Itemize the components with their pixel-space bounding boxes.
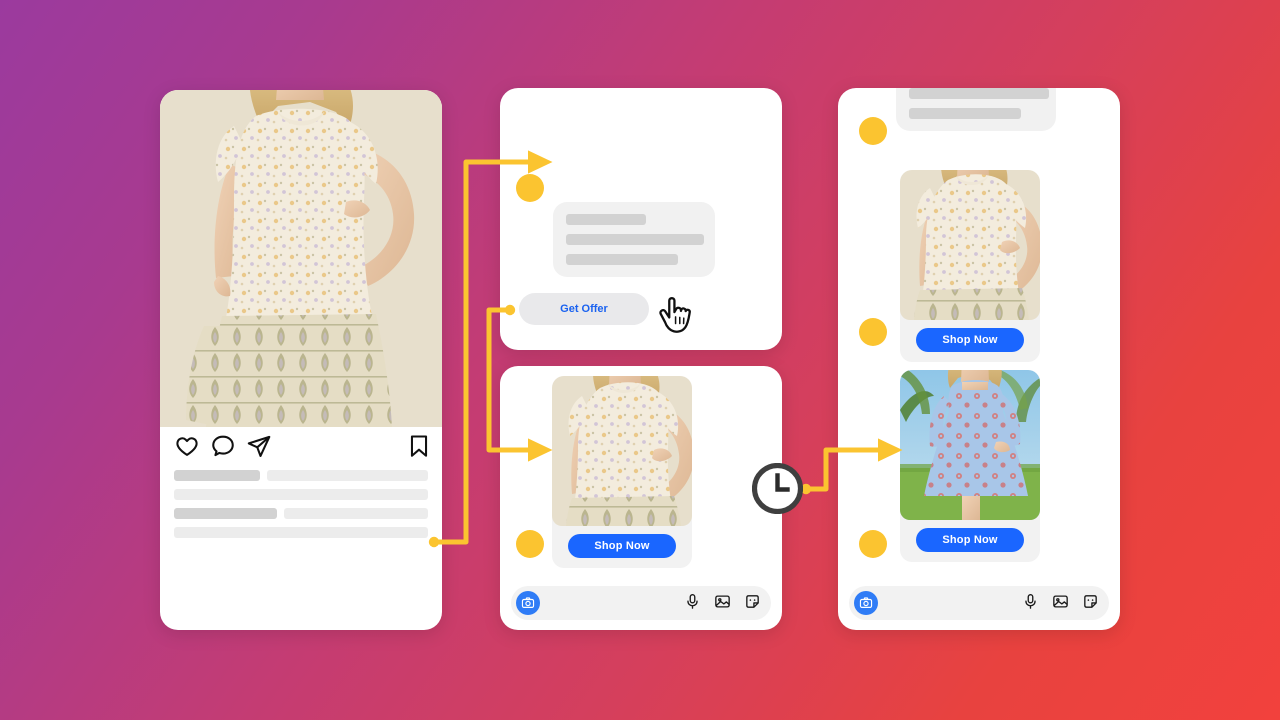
message-composer[interactable] [849, 586, 1109, 620]
shop-now-button[interactable]: Shop Now [916, 528, 1024, 552]
product-card[interactable]: Shop Now [552, 376, 692, 568]
product-image [900, 370, 1040, 520]
share-icon[interactable] [246, 433, 272, 459]
post-caption-skeleton [160, 470, 442, 546]
step-marker-dot [859, 117, 887, 145]
shop-now-button[interactable]: Shop Now [916, 328, 1024, 352]
composer-tools[interactable] [1022, 593, 1099, 610]
step-marker-dot [859, 530, 887, 558]
pointing-hand-cursor [659, 297, 691, 333]
get-offer-button[interactable]: Get Offer [519, 293, 649, 325]
sticker-icon[interactable] [1082, 593, 1099, 610]
clock-icon [752, 463, 803, 514]
instagram-post-card[interactable] [160, 90, 442, 630]
product-card[interactable]: Shop Now [900, 370, 1040, 562]
microphone-icon[interactable] [1022, 593, 1039, 610]
message-composer[interactable] [511, 586, 771, 620]
post-action-bar[interactable] [160, 427, 442, 465]
incoming-message-bubble [553, 202, 715, 277]
microphone-icon[interactable] [684, 593, 701, 610]
save-icon[interactable] [406, 433, 432, 459]
product-image [900, 170, 1040, 320]
comment-icon[interactable] [210, 433, 236, 459]
shop-now-button[interactable]: Shop Now [568, 534, 676, 558]
chat-card-product[interactable]: Shop Now [500, 366, 782, 630]
incoming-message-bubble [896, 88, 1056, 131]
camera-icon[interactable] [516, 591, 540, 615]
step-marker-dot [516, 174, 544, 202]
image-icon[interactable] [714, 593, 731, 610]
sticker-icon[interactable] [744, 593, 761, 610]
like-icon[interactable] [174, 433, 200, 459]
step-marker-dot [516, 530, 544, 558]
camera-icon[interactable] [854, 591, 878, 615]
product-image [552, 376, 692, 526]
image-icon[interactable] [1052, 593, 1069, 610]
product-card[interactable]: Shop Now [900, 170, 1040, 362]
composer-tools[interactable] [684, 593, 761, 610]
step-marker-dot [859, 318, 887, 346]
post-photo [160, 90, 442, 427]
